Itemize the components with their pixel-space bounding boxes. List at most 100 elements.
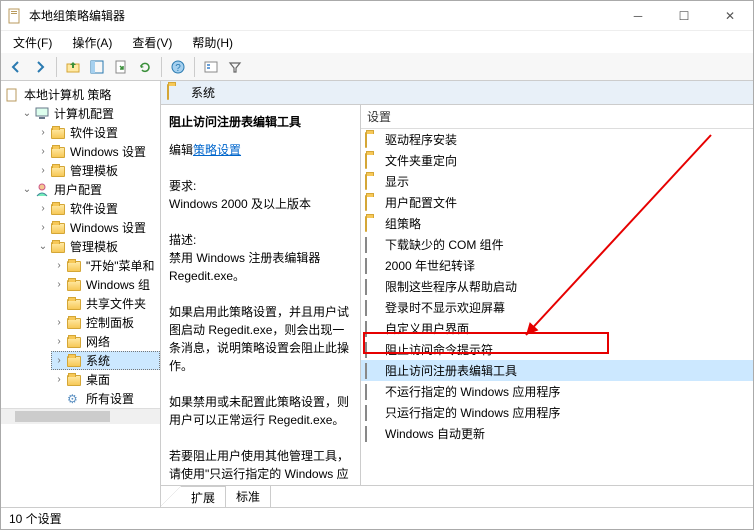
policy-icon (365, 406, 381, 420)
list-item[interactable]: 文件夹重定向 (361, 150, 753, 171)
gear-icon: ⚙ (67, 392, 83, 406)
list-item-label: 不运行指定的 Windows 应用程序 (385, 383, 560, 400)
list-item[interactable]: 只运行指定的 Windows 应用程序 (361, 402, 753, 423)
list-item-label: 文件夹重定向 (385, 152, 457, 169)
desc-p4: 若要阻止用户使用其他管理工具，请使用"只运行指定的 Windows 应用程序"策… (169, 447, 352, 485)
status-text: 10 个设置 (9, 510, 62, 527)
tree-desktop[interactable]: ›桌面 (51, 370, 160, 389)
requirements-value: Windows 2000 及以上版本 (169, 195, 352, 213)
tree-admin-templates[interactable]: ›管理模板 (35, 161, 160, 180)
tab-standard[interactable]: 标准 (226, 486, 271, 507)
tree-root[interactable]: 本地计算机 策略 (3, 85, 160, 104)
computer-icon (35, 107, 51, 121)
folder-icon (365, 133, 381, 147)
expand-icon[interactable]: › (53, 355, 65, 367)
tree-system[interactable]: ›系统 (51, 351, 160, 370)
list-item[interactable]: 阻止访问命令提示符 (361, 339, 753, 360)
tree-win-settings-user[interactable]: ›Windows 设置 (35, 218, 160, 237)
close-button[interactable]: ✕ (707, 1, 753, 31)
tree-win-components[interactable]: ›Windows 组 (51, 275, 160, 294)
forward-button[interactable] (29, 56, 51, 78)
expand-icon[interactable]: › (53, 260, 65, 272)
tree-win-settings[interactable]: ›Windows 设置 (35, 142, 160, 161)
edit-policy-link[interactable]: 策略设置 (193, 143, 241, 157)
folder-icon (365, 175, 381, 189)
folder-icon (365, 217, 381, 231)
list-item-label: 阻止访问命令提示符 (385, 341, 493, 358)
policy-root-icon (5, 88, 21, 102)
expand-icon[interactable]: › (37, 146, 49, 158)
help-button[interactable]: ? (167, 56, 189, 78)
folder-icon (51, 126, 67, 140)
collapse-icon[interactable]: ⌄ (21, 108, 33, 120)
list-item[interactable]: 显示 (361, 171, 753, 192)
list-item[interactable]: 阻止访问注册表编辑工具 (361, 360, 753, 381)
tab-extended[interactable]: 扩展 (181, 486, 226, 507)
tree-all-settings[interactable]: ⚙所有设置 (51, 389, 160, 408)
requirements-label: 要求: (169, 177, 352, 195)
settings-list-pane[interactable]: 设置 驱动程序安装文件夹重定向显示用户配置文件组策略下载缺少的 COM 组件 20… (361, 105, 753, 485)
list-item[interactable]: 不运行指定的 Windows 应用程序 (361, 381, 753, 402)
expand-icon[interactable]: › (37, 203, 49, 215)
filter-options-button[interactable] (200, 56, 222, 78)
tree-admin-templates-user[interactable]: ⌄管理模板 (35, 237, 160, 256)
up-button[interactable] (62, 56, 84, 78)
folder-icon (51, 145, 67, 159)
list-item[interactable]: 用户配置文件 (361, 192, 753, 213)
folder-icon (67, 354, 83, 368)
menu-help[interactable]: 帮助(H) (188, 32, 237, 53)
expand-icon[interactable]: › (37, 165, 49, 177)
menu-file[interactable]: 文件(F) (9, 32, 56, 53)
show-hide-tree-button[interactable] (86, 56, 108, 78)
expand-icon[interactable]: › (37, 222, 49, 234)
expand-icon[interactable]: › (53, 336, 65, 348)
content-area: 本地计算机 策略 ⌄ 计算机配置 ›软件设置 ›Windows 设置 (1, 81, 753, 507)
filter-button[interactable] (224, 56, 246, 78)
tree-pane[interactable]: 本地计算机 策略 ⌄ 计算机配置 ›软件设置 ›Windows 设置 (1, 81, 161, 507)
tree-shared-folders[interactable]: 共享文件夹 (51, 294, 160, 313)
folder-icon (67, 297, 83, 311)
expand-icon[interactable]: › (53, 317, 65, 329)
list-item[interactable]: Windows 自动更新 (361, 423, 753, 444)
tree-hscrollbar[interactable] (1, 408, 160, 424)
list-item[interactable]: 驱动程序安装 (361, 129, 753, 150)
collapse-icon[interactable]: ⌄ (37, 241, 49, 253)
app-icon (7, 8, 23, 24)
menu-view[interactable]: 查看(V) (128, 32, 176, 53)
menu-action[interactable]: 操作(A) (68, 32, 116, 53)
back-button[interactable] (5, 56, 27, 78)
list-item[interactable]: 2000 年世纪转译 (361, 255, 753, 276)
list-item[interactable]: 限制这些程序从帮助启动 (361, 276, 753, 297)
tree-start-menu[interactable]: ›"开始"菜单和 (51, 256, 160, 275)
list-item-label: 2000 年世纪转译 (385, 257, 475, 274)
list-item[interactable]: 自定义用户界面 (361, 318, 753, 339)
path-bar: 系统 (161, 81, 753, 105)
export-button[interactable] (110, 56, 132, 78)
tree-soft-settings[interactable]: ›软件设置 (35, 123, 160, 142)
policy-icon (365, 238, 381, 252)
folder-icon (67, 278, 83, 292)
collapse-icon[interactable]: ⌄ (21, 184, 33, 196)
tree-computer-config[interactable]: ⌄ 计算机配置 (19, 104, 160, 123)
expand-icon[interactable]: › (53, 279, 65, 291)
description-pane: 阻止访问注册表编辑工具 编辑策略设置 要求: Windows 2000 及以上版… (161, 105, 361, 485)
minimize-button[interactable]: ─ (615, 1, 661, 31)
list-header-settings[interactable]: 设置 (361, 105, 753, 129)
list-item-label: 限制这些程序从帮助启动 (385, 278, 517, 295)
expand-icon[interactable]: › (53, 374, 65, 386)
expand-icon[interactable]: › (37, 127, 49, 139)
list-item[interactable]: 组策略 (361, 213, 753, 234)
maximize-button[interactable]: ☐ (661, 1, 707, 31)
policy-icon (365, 427, 381, 441)
tree-control-panel[interactable]: ›控制面板 (51, 313, 160, 332)
menubar: 文件(F) 操作(A) 查看(V) 帮助(H) (1, 31, 753, 53)
tree-soft-settings-user[interactable]: ›软件设置 (35, 199, 160, 218)
tree-network[interactable]: ›网络 (51, 332, 160, 351)
refresh-button[interactable] (134, 56, 156, 78)
list-item[interactable]: 下载缺少的 COM 组件 (361, 234, 753, 255)
policy-icon (365, 364, 381, 378)
list-item[interactable]: 登录时不显示欢迎屏幕 (361, 297, 753, 318)
svg-text:?: ? (175, 63, 181, 74)
tree-user-config[interactable]: ⌄ 用户配置 (19, 180, 160, 199)
folder-icon (51, 240, 67, 254)
